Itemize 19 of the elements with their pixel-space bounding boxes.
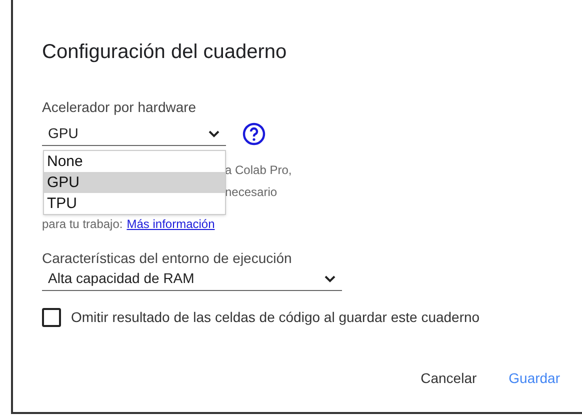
cancel-button[interactable]: Cancelar: [410, 362, 487, 394]
description-text: a Colab Pro,: [225, 163, 292, 177]
description-text: para tu trabajo:: [42, 217, 123, 231]
dialog-title: Configuración del cuaderno: [42, 40, 288, 65]
chevron-down-icon: [324, 274, 336, 282]
help-icon[interactable]: [242, 122, 266, 146]
save-button[interactable]: Guardar: [498, 362, 570, 394]
runtime-select[interactable]: Alta capacidad de RAM: [42, 267, 342, 291]
field-label: Características del entorno de ejecución: [42, 249, 293, 267]
checkbox[interactable]: [42, 308, 61, 327]
dropdown-option[interactable]: GPU: [44, 172, 225, 193]
dropdown-option[interactable]: TPU: [44, 193, 225, 214]
field-label: Acelerador por hardware: [42, 98, 198, 116]
more-info-link[interactable]: Más información: [126, 217, 215, 231]
accelerator-select[interactable]: GPU: [42, 122, 226, 146]
description-text: necesario: [225, 185, 278, 199]
dropdown-option[interactable]: None: [44, 151, 225, 172]
chevron-down-icon: [208, 130, 220, 138]
checkbox-label: Omitir resultado de las celdas de código al guardar este cuaderno: [71, 308, 480, 327]
